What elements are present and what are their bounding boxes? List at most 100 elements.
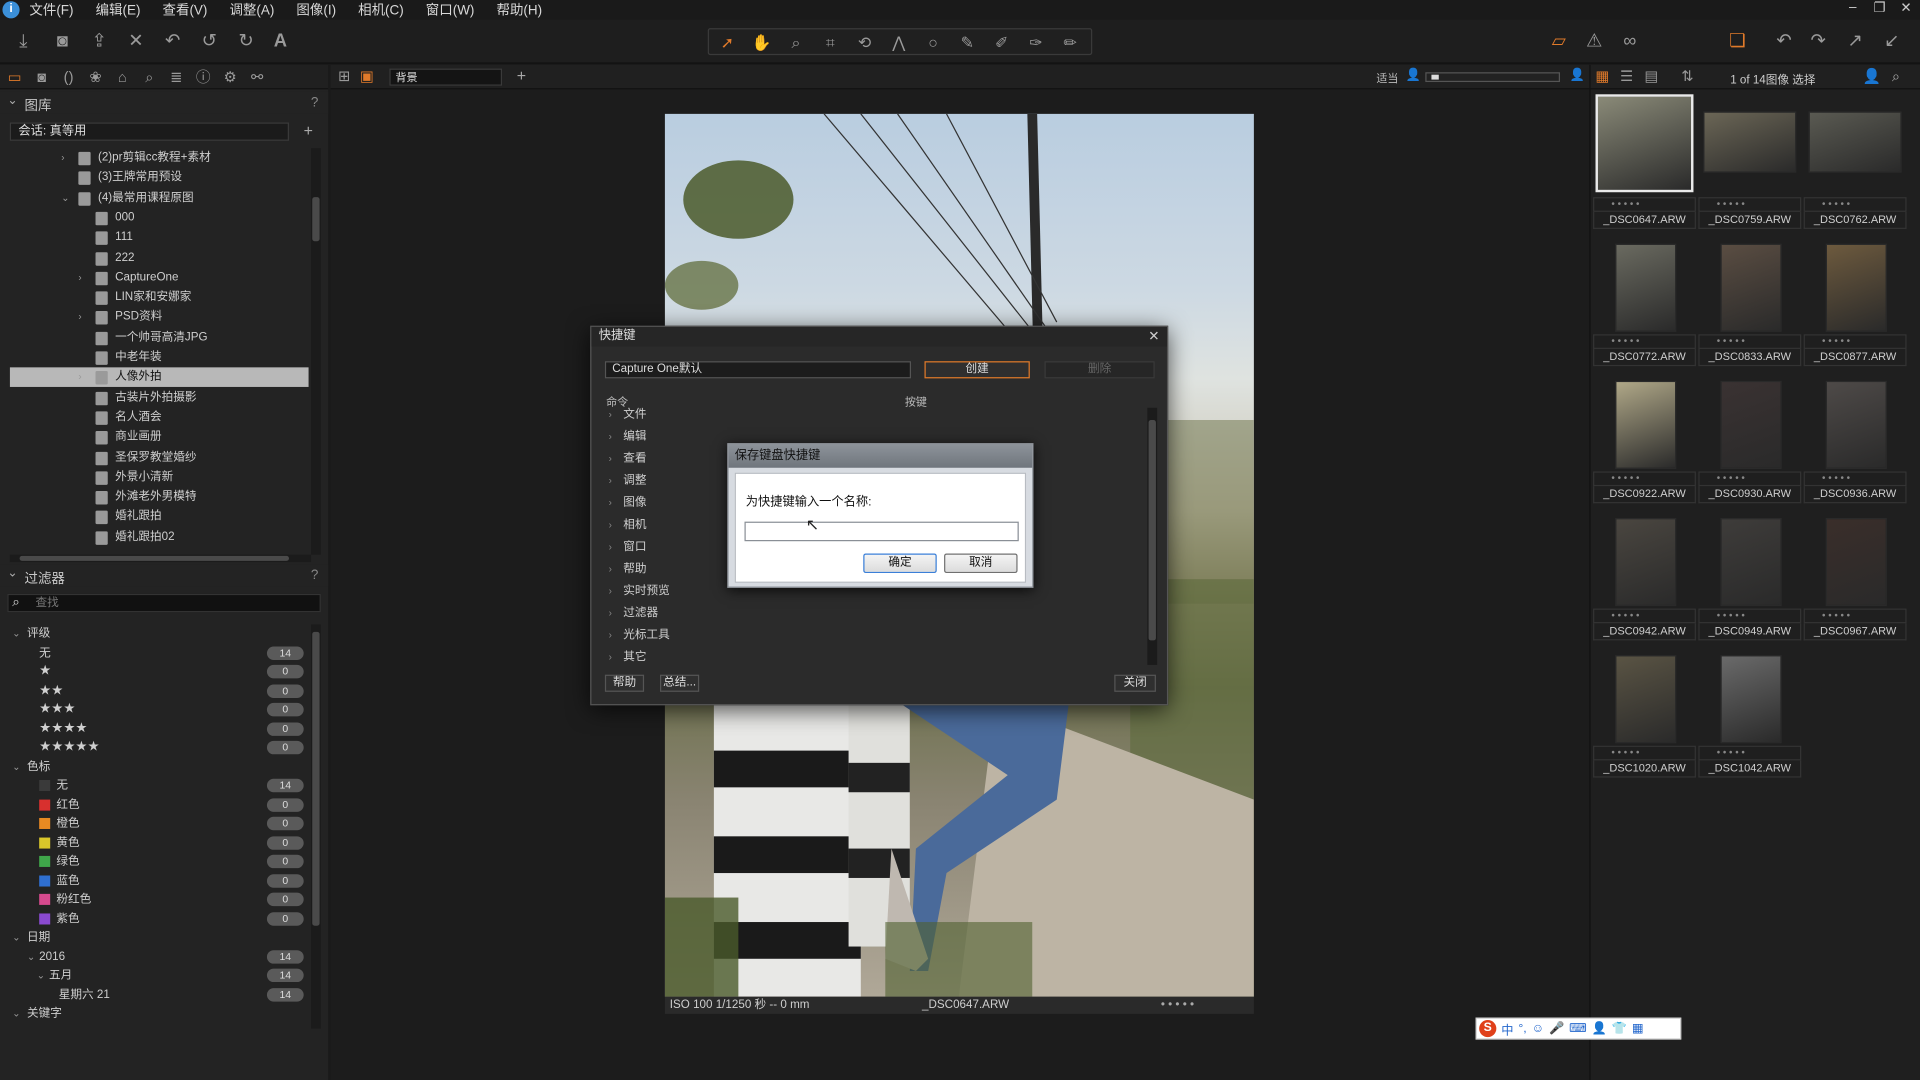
expand-chevron-icon[interactable]: › <box>609 536 612 558</box>
filter-group-header[interactable]: ⌄ 色标 <box>10 757 309 775</box>
thumbnail[interactable]: • • • • • _DSC0942.ARW <box>1593 506 1696 641</box>
warning-icon[interactable]: ⚠ <box>1581 28 1608 55</box>
filter-row[interactable]: 粉红色 0 <box>10 890 309 908</box>
shortcut-scroll-thumb[interactable] <box>1148 420 1156 641</box>
folder-item[interactable]: 商业画册 <box>10 428 309 448</box>
keystone-icon[interactable]: ⋀ <box>885 32 912 53</box>
thumbnail-rating[interactable]: • • • • • <box>1803 471 1907 487</box>
folder-item[interactable]: 外滩老外男模特 <box>10 487 309 507</box>
thumbnail[interactable]: • • • • • _DSC0772.ARW <box>1593 231 1696 367</box>
folder-item[interactable]: (3)王牌常用预设 <box>10 168 309 188</box>
shortcut-scrollbar[interactable] <box>1147 407 1158 665</box>
filter-row[interactable]: 橙色 0 <box>10 814 309 832</box>
thumbnail[interactable]: • • • • • _DSC0949.ARW <box>1698 506 1802 641</box>
folder-item[interactable]: 婚礼跟拍02 <box>10 527 309 547</box>
collapse-chevron-icon[interactable]: ⌄ <box>12 757 20 775</box>
proof-icon[interactable]: ∞ <box>1616 28 1643 55</box>
thumbnail[interactable]: • • • • • _DSC0877.ARW <box>1803 231 1907 367</box>
expand-chevron-icon[interactable]: ⌄ <box>61 188 69 208</box>
cancel-button[interactable]: 取消 <box>944 553 1018 574</box>
close-icon[interactable]: ✕ <box>1148 328 1159 344</box>
thumbnail[interactable]: • • • • • _DSC0922.ARW <box>1593 369 1696 504</box>
expand-chevron-icon[interactable]: › <box>609 492 612 514</box>
filter-row[interactable]: 绿色 0 <box>10 852 309 870</box>
thumbnail-image[interactable] <box>1703 111 1797 173</box>
rotate-left-icon[interactable]: ↶ <box>1771 28 1798 55</box>
crop-icon[interactable]: ⌗ <box>817 32 844 53</box>
picker-icon[interactable]: ✐ <box>988 32 1015 53</box>
expand-chevron-icon[interactable]: › <box>609 647 612 669</box>
library-header[interactable]: ⌄ 图库 ? <box>0 91 329 114</box>
filter-search-input[interactable]: 查找 <box>7 593 321 613</box>
thumbnail-rating[interactable]: • • • • • <box>1593 334 1696 349</box>
variants-icon[interactable]: ❏ <box>1724 28 1751 55</box>
folder-item[interactable]: 中老年装 <box>10 348 309 368</box>
expand-chevron-icon[interactable]: › <box>609 470 612 492</box>
grid-view-icon[interactable]: ⊞ <box>338 67 350 84</box>
thumbnail[interactable]: • • • • • _DSC0833.ARW <box>1698 231 1802 367</box>
help-button[interactable]: 帮助 <box>604 674 645 692</box>
sort-icon[interactable]: ⇅ <box>1681 67 1693 84</box>
filter-row[interactable]: 无 14 <box>10 643 309 661</box>
filter-scroll-thumb[interactable] <box>312 631 320 926</box>
expand-chevron-icon[interactable]: › <box>609 580 612 602</box>
command-category[interactable]: › 其它 <box>606 647 973 669</box>
undo-icon[interactable]: ↶ <box>159 28 186 55</box>
ok-button[interactable]: 确定 <box>863 553 937 574</box>
filter-row[interactable]: ★★★ 0 <box>10 700 309 718</box>
expand-chevron-icon[interactable]: › <box>609 426 612 448</box>
capture-icon[interactable]: ◙ <box>49 28 76 55</box>
menu-file[interactable]: 文件(F) <box>29 0 73 20</box>
filters-help[interactable]: ? <box>311 568 319 583</box>
expand-chevron-icon[interactable]: › <box>61 148 64 168</box>
thumbnail-rating[interactable]: • • • • • <box>1698 471 1802 487</box>
date-row[interactable]: ⌄ 2016 14 <box>10 947 309 965</box>
lens-tab-icon[interactable]: () <box>59 67 79 87</box>
tree-scrollbar[interactable] <box>311 148 321 555</box>
thumbnail-rating[interactable]: • • • • • <box>1593 197 1696 212</box>
ime-punct-icon[interactable]: °, <box>1518 1022 1526 1035</box>
output-tab-icon[interactable]: ⚙ <box>220 67 240 87</box>
export-icon[interactable]: ⇪ <box>86 28 113 55</box>
filter-row[interactable]: 紫色 0 <box>10 909 309 927</box>
folder-item[interactable]: 000 <box>10 208 309 228</box>
brush-icon[interactable]: ✎ <box>954 32 981 53</box>
ime-mode[interactable]: 中 <box>1501 1019 1513 1037</box>
select-cursor-icon[interactable]: ➚ <box>714 32 741 53</box>
thumbnail-rating[interactable]: • • • • • <box>1803 334 1907 349</box>
filter-scrollbar[interactable] <box>311 624 321 1029</box>
filter-row[interactable]: ★ 0 <box>10 662 309 680</box>
expand-chevron-icon[interactable]: › <box>609 448 612 470</box>
folder-item[interactable]: ⌄ (4)最常用课程原图 <box>10 188 309 208</box>
command-category[interactable]: › 光标工具 <box>606 624 973 646</box>
thumbnail-rating[interactable]: • • • • • <box>1803 608 1907 624</box>
thumbnail-image[interactable] <box>1615 655 1677 744</box>
browser-search-icon[interactable]: ⌕ <box>1892 67 1900 85</box>
menu-image[interactable]: 图像(I) <box>296 0 336 20</box>
thumbnail-view-icon[interactable]: ▦ <box>1596 67 1610 84</box>
folder-item[interactable]: 圣保罗教堂婚纱 <box>10 448 309 468</box>
thumbnail-rating[interactable]: • • • • • <box>1593 471 1696 487</box>
summary-button[interactable]: 总结... <box>660 674 700 692</box>
folder-item[interactable]: 222 <box>10 248 309 268</box>
thumbnail-rating[interactable]: • • • • • <box>1698 197 1802 212</box>
batch-tab-icon[interactable]: ⚯ <box>247 67 267 87</box>
filter-row[interactable]: 红色 0 <box>10 795 309 813</box>
thumbnail[interactable]: • • • • • _DSC0930.ARW <box>1698 369 1802 504</box>
expand-chevron-icon[interactable]: › <box>609 624 612 646</box>
folder-item[interactable]: 一个帅哥高清JPG <box>10 328 309 348</box>
color-tab-icon[interactable]: ❀ <box>86 67 106 87</box>
add-layer-icon[interactable]: + <box>517 66 526 84</box>
folder-item[interactable]: 名人酒会 <box>10 408 309 428</box>
menu-adjust[interactable]: 调整(A) <box>229 0 274 20</box>
expand-chevron-icon[interactable]: › <box>609 404 612 426</box>
date-row[interactable]: ⌄ 五月 14 <box>10 966 309 984</box>
expand-chevron-icon[interactable]: › <box>609 558 612 580</box>
ime-grid-icon[interactable]: ▦ <box>1632 1022 1644 1035</box>
annotate-icon[interactable]: ✑ <box>1022 32 1049 53</box>
list-view-icon[interactable]: ☰ <box>1620 67 1633 84</box>
expand-chevron-icon[interactable]: › <box>78 268 81 288</box>
thumbnail-image[interactable] <box>1615 243 1677 332</box>
filter-row[interactable]: 黄色 0 <box>10 833 309 851</box>
thumbnail[interactable]: • • • • • _DSC0759.ARW <box>1698 94 1802 229</box>
